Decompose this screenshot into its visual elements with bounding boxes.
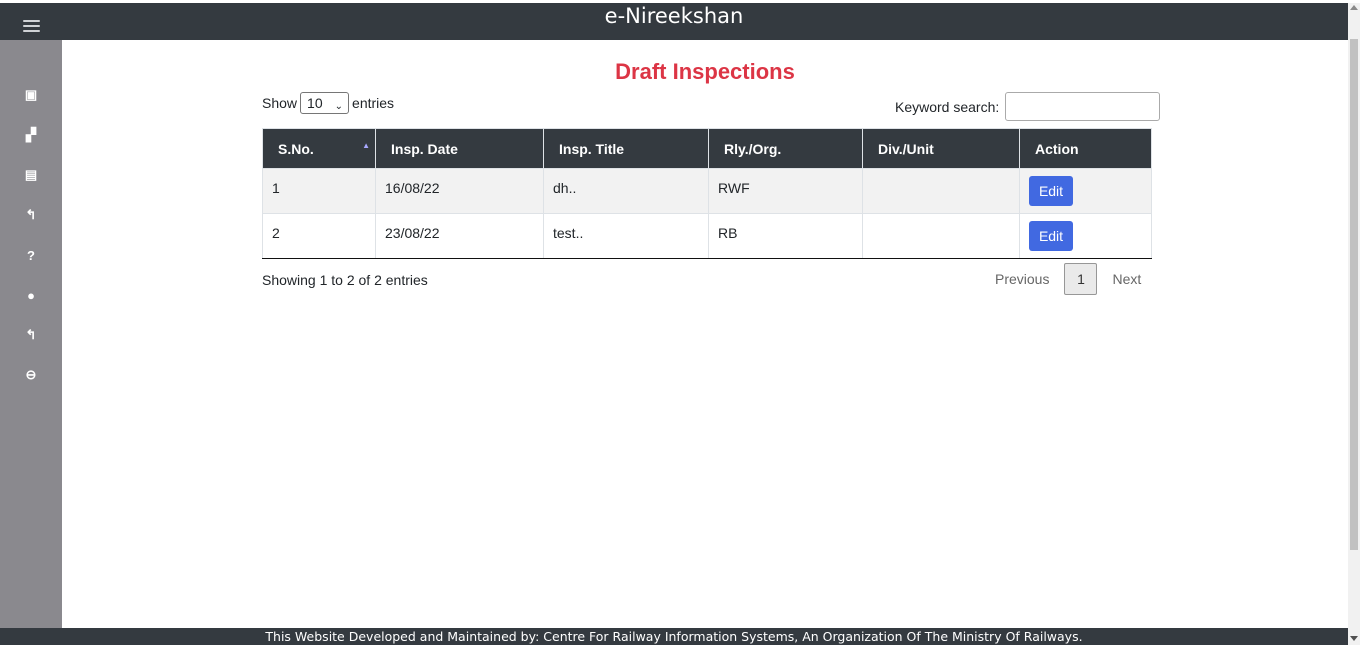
previous-page-button[interactable]: Previous [980, 271, 1064, 287]
calendar-icon[interactable]: ▤ [22, 166, 40, 184]
back-icon[interactable]: ↰ [22, 326, 40, 344]
entries-select[interactable]: 10 ⌄ [300, 92, 350, 114]
table-row: 1 16/08/22 dh.. RWF Edit [262, 168, 1152, 214]
cell-date: 16/08/22 [375, 168, 544, 214]
cell-date: 23/08/22 [375, 213, 544, 259]
cell-sno: 2 [262, 213, 376, 259]
search-label: Keyword search: [895, 98, 1000, 115]
column-header-action[interactable]: Action [1019, 128, 1152, 169]
table-info: Showing 1 to 2 of 2 entries [262, 272, 428, 288]
dashboard-icon[interactable]: ▣ [22, 86, 40, 104]
page-1-button[interactable]: 1 [1064, 263, 1098, 295]
question-icon[interactable]: ? [22, 246, 40, 264]
column-header-div-unit[interactable]: Div./Unit [862, 128, 1020, 169]
table-header-row: S.No. ▲ Insp. Date Insp. Title Rly./Org. … [262, 128, 1152, 169]
bookmark-icon[interactable]: ▞ [22, 126, 40, 144]
cell-title: test.. [543, 213, 709, 259]
scroll-up-arrow-icon[interactable] [1350, 5, 1358, 10]
reply-icon[interactable]: ↰ [22, 206, 40, 224]
draft-inspections-table: S.No. ▲ Insp. Date Insp. Title Rly./Org. … [262, 128, 1152, 259]
column-header-sno[interactable]: S.No. ▲ [262, 128, 376, 169]
entries-label: entries [352, 95, 395, 111]
cell-sno: 1 [262, 168, 376, 214]
edit-button[interactable]: Edit [1029, 176, 1073, 206]
keyword-search: Keyword search: [895, 92, 1161, 121]
hamburger-menu-icon[interactable] [23, 20, 40, 33]
entries-length-control: Show 10 ⌄ entries [262, 92, 394, 114]
scroll-down-arrow-icon[interactable] [1350, 636, 1358, 641]
cell-rly-org: RB [708, 213, 863, 259]
help-circle-icon[interactable]: ● [22, 286, 40, 304]
column-header-rly-org[interactable]: Rly./Org. [708, 128, 863, 169]
cell-action: Edit [1019, 168, 1152, 214]
chevron-down-icon: ⌄ [334, 101, 344, 112]
scroll-thumb[interactable] [1350, 39, 1358, 550]
cell-rly-org: RWF [708, 168, 863, 214]
column-header-title[interactable]: Insp. Title [543, 128, 709, 169]
next-page-button[interactable]: Next [1097, 271, 1156, 287]
page-title: Draft Inspections [615, 59, 795, 84]
show-label: Show [262, 95, 298, 111]
top-bar: e-Nireekshan [0, 3, 1348, 40]
table-row: 2 23/08/22 test.. RB Edit [262, 213, 1152, 259]
cell-div-unit [862, 168, 1020, 214]
sidebar-header [0, 3, 62, 40]
search-input[interactable] [1005, 92, 1161, 121]
edit-button[interactable]: Edit [1029, 221, 1073, 251]
pagination: Previous 1 Next [980, 263, 1156, 295]
entries-select-value: 10 [307, 95, 323, 111]
vertical-scrollbar[interactable] [1348, 3, 1360, 645]
footer: This Website Developed and Maintained by… [0, 628, 1348, 645]
app-title: e-Nireekshan [604, 4, 744, 28]
cell-action: Edit [1019, 213, 1152, 259]
cell-div-unit [862, 213, 1020, 259]
sidebar: ▣ ▞ ▤ ↰ ? ● ↰ ⊖ [0, 3, 62, 628]
cell-title: dh.. [543, 168, 709, 214]
column-header-date[interactable]: Insp. Date [375, 128, 544, 169]
logout-icon[interactable]: ⊖ [22, 366, 40, 384]
sort-asc-icon: ▲ [362, 141, 370, 150]
